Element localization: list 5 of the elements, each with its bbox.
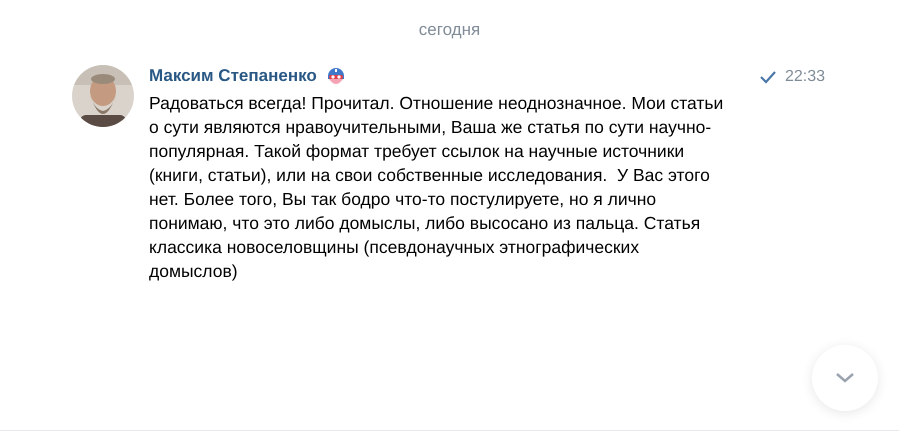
chevron-down-icon (835, 372, 855, 384)
date-separator: сегодня (418, 20, 480, 40)
message-text: Радоваться всегда! Прочитал. Отношение неоднозначное. Мои статьи о сути являются нравоучительными, Ваша же статья по сути научно-популярная. Такой формат требует ссылок на научные источники (книги, статьи), или на свои собственные исследования. У Вас этого нет. Более того, Вы так бодро что-то постулируете, но я лично понимаю, что это либо домыслы, либо высосано из пальца. Статья классика новоселовщины (псевдонаучных этнографических домыслов) (149, 92, 724, 283)
message-time: 22:33 (784, 68, 825, 86)
author-name[interactable]: Максим Степаненко (149, 66, 317, 86)
